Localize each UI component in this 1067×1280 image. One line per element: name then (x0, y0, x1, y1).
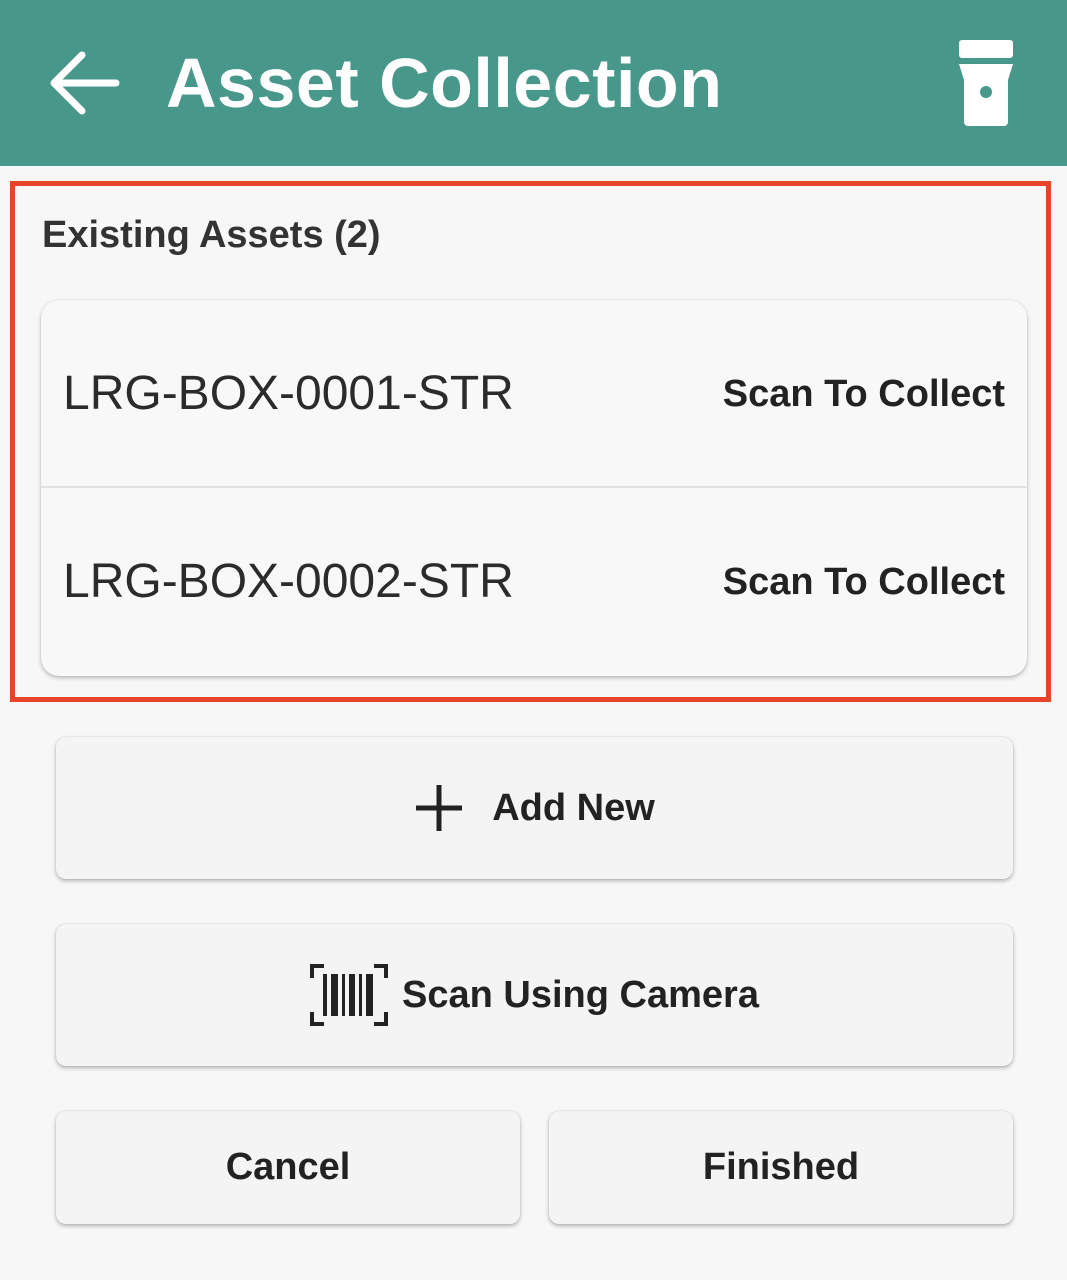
scan-using-camera-button[interactable]: Scan Using Camera (56, 924, 1013, 1066)
plus-icon (416, 785, 463, 831)
scan-to-collect-label[interactable]: Scan To Collect (723, 558, 1005, 606)
cancel-button[interactable]: Cancel (56, 1111, 520, 1224)
assets-list: LRG-BOX-0001-STR Scan To Collect LRG-BOX… (41, 300, 1027, 676)
asset-id: LRG-BOX-0001-STR (63, 367, 514, 420)
scan-to-collect-label[interactable]: Scan To Collect (723, 370, 1005, 418)
back-arrow-icon[interactable] (46, 48, 122, 118)
list-item[interactable]: LRG-BOX-0001-STR Scan To Collect (41, 300, 1027, 488)
asset-id: LRG-BOX-0002-STR (63, 555, 514, 608)
scan-using-camera-label: Scan Using Camera (402, 973, 759, 1016)
finished-button[interactable]: Finished (549, 1111, 1013, 1224)
app-bar: Asset Collection (0, 0, 1067, 166)
list-item[interactable]: LRG-BOX-0002-STR Scan To Collect (41, 488, 1027, 676)
add-new-label: Add New (492, 786, 655, 829)
page-title: Asset Collection (166, 44, 723, 122)
flashlight-icon[interactable] (956, 38, 1016, 128)
barcode-scan-icon (310, 964, 389, 1026)
add-new-button[interactable]: Add New (56, 737, 1013, 879)
existing-assets-header: Existing Assets (2) (42, 214, 381, 256)
